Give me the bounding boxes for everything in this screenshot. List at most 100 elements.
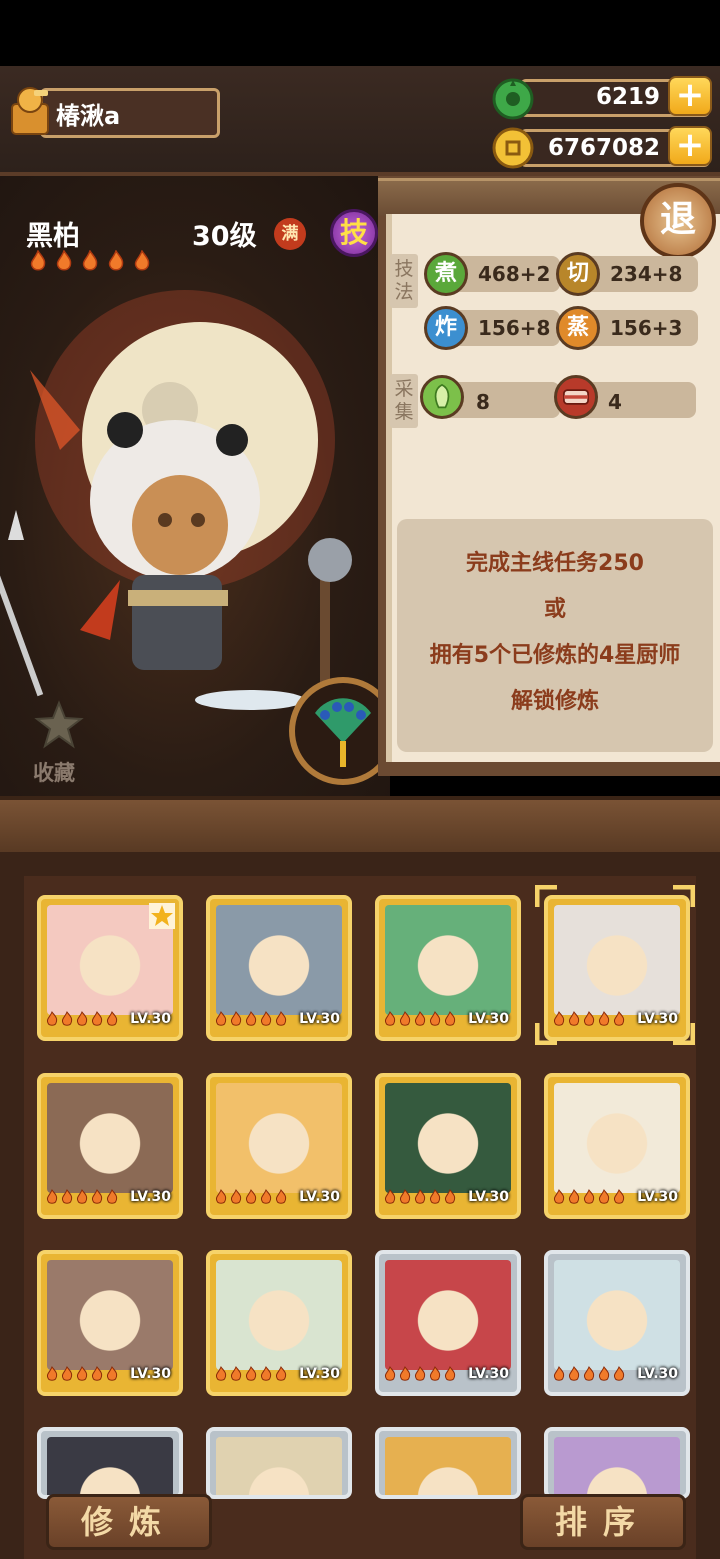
- chef-card[interactable]: LV.30: [375, 1073, 521, 1219]
- technique-boil-value: 468+2: [478, 262, 551, 286]
- flame-icon: [62, 1366, 73, 1381]
- chef-card-portrait: [385, 1083, 511, 1193]
- flame-icon: [276, 1189, 287, 1204]
- flame-icon: [385, 1189, 396, 1204]
- cultivate-button[interactable]: 修炼: [46, 1494, 212, 1550]
- flame-icon: [569, 1366, 580, 1381]
- flame-icon: [415, 1011, 426, 1026]
- chef-card-rating: [45, 1189, 119, 1205]
- flame-icon: [77, 1011, 88, 1026]
- flame-icon: [92, 1189, 103, 1204]
- chef-card[interactable]: LV.30: [375, 1250, 521, 1396]
- favorite-star-icon: [149, 903, 175, 929]
- flame-icon: [430, 1011, 441, 1026]
- chef-card-level: LV.30: [130, 1366, 171, 1382]
- chef-card-portrait: [216, 1083, 342, 1193]
- flame-icon: [47, 1366, 58, 1381]
- technique-tag: 技法: [390, 254, 418, 308]
- chef-card[interactable]: LV.30: [206, 1250, 352, 1396]
- flame-icon: [77, 1189, 88, 1204]
- chef-card[interactable]: LV.30: [206, 1073, 352, 1219]
- chef-portrait: [0, 290, 352, 710]
- favorite-label[interactable]: 收藏: [33, 757, 75, 787]
- flame-icon: [614, 1189, 625, 1204]
- flame-icon: [415, 1366, 426, 1381]
- flame-icon: [62, 1189, 73, 1204]
- flame-icon: [385, 1011, 396, 1026]
- chef-card[interactable]: LV.30: [37, 1250, 183, 1396]
- chef-card-level: LV.30: [299, 1011, 340, 1027]
- flame-icon: [231, 1189, 242, 1204]
- flame-icon: [599, 1366, 610, 1381]
- chef-card-level: LV.30: [468, 1366, 509, 1382]
- skill-button[interactable]: 技: [330, 209, 378, 257]
- steam-icon: 蒸: [556, 306, 600, 350]
- add-gold-button[interactable]: +: [668, 126, 712, 166]
- selected-card-frame: [535, 885, 695, 1045]
- chef-card-level: LV.30: [637, 1366, 678, 1382]
- meat-icon: [554, 375, 598, 419]
- flame-icon: [56, 250, 72, 271]
- flame-icon: [108, 250, 124, 271]
- chef-card-portrait: [554, 1083, 680, 1193]
- chef-card[interactable]: LV.30: [37, 895, 183, 1041]
- chef-card-rating: [45, 1011, 119, 1027]
- sort-button[interactable]: 排序: [520, 1494, 686, 1550]
- gather-tag: 采集: [390, 374, 418, 428]
- vegetable-icon: [420, 375, 464, 419]
- chef-card[interactable]: LV.30: [544, 1073, 690, 1219]
- gold-amount: 6767082: [547, 135, 660, 161]
- exit-button[interactable]: 退: [640, 183, 716, 259]
- flame-icon: [261, 1011, 272, 1026]
- chef-card-level: LV.30: [299, 1189, 340, 1205]
- chef-card[interactable]: [37, 1427, 183, 1499]
- chef-card[interactable]: LV.30: [375, 895, 521, 1041]
- chef-card[interactable]: [206, 1427, 352, 1499]
- flame-icon: [92, 1366, 103, 1381]
- peacock-fan-icon: [315, 698, 371, 767]
- flame-icon: [134, 250, 150, 271]
- flame-icon: [261, 1189, 272, 1204]
- chef-card-rating: [45, 1366, 119, 1382]
- flame-icon: [430, 1366, 441, 1381]
- flame-icon: [216, 1189, 227, 1204]
- flame-icon: [30, 250, 46, 271]
- flame-icon: [246, 1189, 257, 1204]
- flame-icon: [47, 1189, 58, 1204]
- chef-level: 30级: [192, 221, 257, 252]
- flame-icon: [276, 1366, 287, 1381]
- chef-card[interactable]: LV.30: [544, 1250, 690, 1396]
- chef-card[interactable]: [375, 1427, 521, 1499]
- chef-card-level: LV.30: [468, 1011, 509, 1027]
- flame-icon: [415, 1189, 426, 1204]
- jade-amount: 6219: [595, 84, 660, 110]
- add-jade-button[interactable]: +: [668, 76, 712, 116]
- flame-icon: [82, 250, 98, 271]
- flame-icon: [107, 1366, 118, 1381]
- chef-card-portrait: [47, 1260, 173, 1370]
- unlock-line-4: 解锁修炼: [510, 689, 599, 714]
- flame-icon: [385, 1366, 396, 1381]
- unlock-line-3: 拥有5个已修炼的4星厨师: [429, 643, 681, 668]
- flame-icon: [445, 1366, 456, 1381]
- flame-icon: [261, 1366, 272, 1381]
- flame-icon: [430, 1189, 441, 1204]
- chef-card-portrait: [554, 1437, 680, 1495]
- chef-card[interactable]: LV.30: [37, 1073, 183, 1219]
- flame-icon: [77, 1366, 88, 1381]
- chef-card-level: LV.30: [130, 1189, 171, 1205]
- flame-icon: [246, 1011, 257, 1026]
- chef-card[interactable]: LV.30: [206, 895, 352, 1041]
- chef-card-portrait: [216, 1260, 342, 1370]
- wood-shelf: [0, 796, 720, 856]
- unlock-line-2: 或: [543, 597, 566, 622]
- chef-card-portrait: [47, 1083, 173, 1193]
- chef-hat-avatar-icon[interactable]: [4, 84, 56, 140]
- cut-icon: 切: [556, 252, 600, 296]
- max-level-badge: 满: [274, 218, 306, 250]
- chef-card[interactable]: [544, 1427, 690, 1499]
- favorite-star-icon[interactable]: [34, 700, 84, 750]
- chef-card-portrait: [216, 905, 342, 1015]
- flame-icon: [584, 1366, 595, 1381]
- flame-icon: [599, 1189, 610, 1204]
